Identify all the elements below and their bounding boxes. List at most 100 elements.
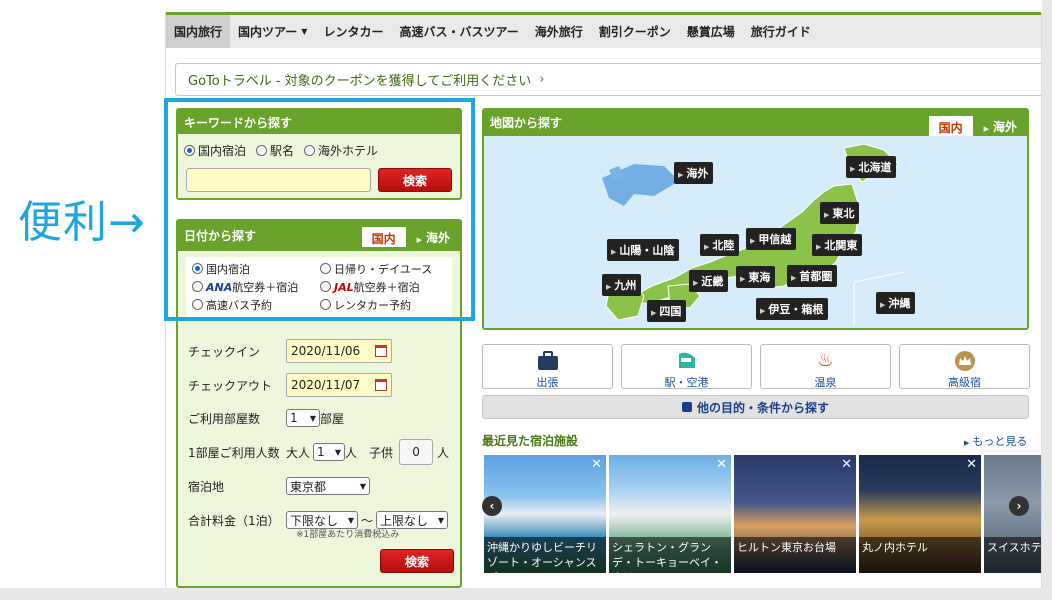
destination-select[interactable]: 東京都 ▼ bbox=[286, 477, 370, 495]
radio-ana-package[interactable]: ANA航空券＋宿泊 bbox=[192, 279, 320, 295]
nav-label: レンタカー bbox=[323, 25, 384, 39]
tab-overseas[interactable]: ▶ 海外 bbox=[974, 115, 1027, 136]
chevron-down-icon: ▼ bbox=[309, 413, 316, 423]
select-value: 1 bbox=[317, 445, 325, 459]
checkout-date-field[interactable]: 2020/11/07 bbox=[286, 373, 392, 397]
nav-domestic-tour[interactable]: 国内ツアー ▼ bbox=[230, 15, 315, 48]
radio-jal-package[interactable]: JAL航空券＋宿泊 bbox=[320, 279, 448, 295]
play-icon: ▶ bbox=[880, 301, 886, 309]
goto-travel-banner[interactable]: GoToトラベル - 対象のクーポンを獲得してご利用ください › bbox=[175, 63, 1041, 96]
play-icon: ▶ bbox=[824, 211, 830, 219]
keyword-search-button[interactable]: 検索 bbox=[378, 168, 452, 192]
carousel-next-button[interactable]: › bbox=[1009, 496, 1029, 516]
radio-label: 日帰り・デイユース bbox=[334, 263, 433, 276]
price-label: 合計料金（1泊） bbox=[188, 513, 280, 528]
chevron-down-icon: ▼ bbox=[359, 481, 366, 491]
keyword-input[interactable] bbox=[186, 168, 371, 192]
map-region-overseas[interactable]: ▶ 海外 bbox=[674, 162, 714, 184]
category-station-airport-button[interactable]: 駅・空港 bbox=[621, 344, 752, 389]
category-business-button[interactable]: 出張 bbox=[482, 344, 613, 389]
map-region-tokai[interactable]: ▶ 東海 bbox=[736, 266, 776, 288]
link-label: もっと見る bbox=[972, 435, 1028, 448]
tab-domestic[interactable]: 国内 bbox=[360, 226, 407, 247]
play-icon: ▶ bbox=[651, 309, 657, 317]
checkin-row: チェックイン 2020/11/06 bbox=[188, 339, 392, 363]
nav-highway-bus[interactable]: 高速バス・バスツアー bbox=[391, 15, 526, 48]
radio-overseas-hotel[interactable]: 海外ホテル bbox=[304, 142, 378, 159]
map-region-kinki[interactable]: ▶ 近畿 bbox=[689, 270, 729, 292]
radio-icon bbox=[320, 299, 331, 310]
tab-overseas[interactable]: ▶ 海外 bbox=[407, 226, 460, 247]
checkin-date-field[interactable]: 2020/11/06 bbox=[286, 339, 392, 363]
play-icon: ▶ bbox=[964, 439, 970, 447]
nav-prize[interactable]: 懸賞広場 bbox=[679, 15, 743, 48]
annotation-text: 便利→ bbox=[18, 197, 146, 248]
close-icon[interactable]: ✕ bbox=[591, 457, 602, 472]
map-region-hokkaido[interactable]: ▶ 北海道 bbox=[846, 156, 897, 178]
close-icon[interactable]: ✕ bbox=[841, 457, 852, 472]
map-region-shutoken[interactable]: ▶ 首都圏 bbox=[787, 265, 838, 287]
category-luxury-button[interactable]: 高級宿 bbox=[899, 344, 1030, 389]
train-icon bbox=[675, 350, 699, 372]
nav-domestic-travel[interactable]: 国内旅行 bbox=[166, 15, 231, 48]
tab-domestic[interactable]: 国内 bbox=[927, 115, 974, 136]
category-label: 出張 bbox=[536, 376, 559, 389]
map-region-tohoku[interactable]: ▶ 東北 bbox=[820, 202, 860, 224]
tab-label: 海外 bbox=[992, 120, 1017, 134]
radio-highway-bus[interactable]: 高速バス予約 bbox=[192, 297, 320, 313]
nav-travel-guide[interactable]: 旅行ガイド bbox=[743, 15, 819, 48]
close-icon[interactable]: ✕ bbox=[966, 457, 977, 472]
date-search-panel: 日付から探す 国内 ▶ 海外 国内宿泊 日帰り・デイユース ANA航空券＋宿泊 J… bbox=[176, 219, 462, 588]
radio-label: 航空券＋宿泊 bbox=[353, 281, 420, 294]
map-region-okinawa[interactable]: ▶ 沖縄 bbox=[876, 292, 916, 314]
date-search-button[interactable]: 検索 bbox=[380, 549, 454, 573]
carousel-prev-button[interactable]: ‹ bbox=[482, 496, 502, 516]
map-region-shikoku[interactable]: ▶ 四国 bbox=[647, 300, 687, 322]
radio-station[interactable]: 駅名 bbox=[256, 142, 294, 159]
nav-label: 高速バス・バスツアー bbox=[399, 25, 519, 39]
calendar-icon[interactable] bbox=[375, 345, 387, 357]
radio-day-use[interactable]: 日帰り・デイユース bbox=[320, 261, 448, 277]
crown-icon bbox=[953, 350, 977, 372]
radio-rental-car[interactable]: レンタカー予約 bbox=[320, 297, 448, 313]
radio-label: 国内宿泊 bbox=[198, 144, 247, 158]
recent-more-link[interactable]: ▶ もっと見る bbox=[964, 433, 1027, 449]
radio-domestic-stay[interactable]: 国内宿泊 bbox=[184, 142, 246, 159]
chevron-down-icon: ▼ bbox=[347, 515, 354, 525]
nav-label: 旅行ガイド bbox=[750, 25, 811, 39]
radio-icon bbox=[256, 145, 268, 156]
map-region-sanin[interactable]: ▶ 山陽・山陰 bbox=[607, 239, 680, 261]
radio-label: 海外ホテル bbox=[318, 144, 379, 158]
map-region-izu-hakone[interactable]: ▶ 伊豆・箱根 bbox=[756, 298, 829, 320]
nav-coupon[interactable]: 割引クーポン bbox=[591, 15, 679, 48]
recent-hotel-card[interactable]: ✕ ヒルトン東京お台場 bbox=[734, 455, 856, 573]
travel-type-options: 国内宿泊 日帰り・デイユース ANA航空券＋宿泊 JAL航空券＋宿泊 高速バス予… bbox=[186, 257, 452, 317]
region-label: 首都圏 bbox=[799, 270, 833, 283]
play-icon: ▶ bbox=[704, 243, 710, 251]
play-icon: ▶ bbox=[606, 283, 612, 291]
map-region-koshinetsu[interactable]: ▶ 甲信越 bbox=[746, 228, 797, 250]
map-tabs: 国内 ▶ 海外 bbox=[927, 115, 1027, 136]
radio-domestic-stay[interactable]: 国内宿泊 bbox=[192, 261, 320, 277]
nav-label: 海外旅行 bbox=[534, 25, 583, 39]
child-count-button[interactable]: 0 bbox=[399, 439, 434, 465]
chevron-down-icon: ▼ bbox=[334, 447, 342, 457]
recent-hotel-card[interactable]: ✕ シェラトン・グランデ・トーキョーベイ・ホテル bbox=[609, 455, 731, 573]
child-unit: 人 bbox=[437, 445, 450, 460]
radio-label: 航空券＋宿泊 bbox=[232, 281, 299, 294]
more-conditions-button[interactable]: 他の目的・条件から探す bbox=[482, 395, 1029, 419]
map-region-kitakanto[interactable]: ▶ 北関東 bbox=[812, 234, 863, 256]
nav-rental-car[interactable]: レンタカー bbox=[315, 15, 391, 48]
panel-title: 地図から探す bbox=[490, 116, 563, 130]
calendar-icon[interactable] bbox=[375, 379, 387, 391]
map-region-kyushu[interactable]: ▶ 九州 bbox=[602, 274, 642, 296]
recent-hotel-card[interactable]: ✕ 丸ノ内ホテル bbox=[859, 455, 981, 573]
recent-hotel-card[interactable]: ✕ 沖縄かりゆしビーチリゾート・オーシャンスパ bbox=[484, 455, 606, 573]
map-region-hokuriku[interactable]: ▶ 北陸 bbox=[700, 234, 740, 256]
category-onsen-button[interactable]: ♨ 温泉 bbox=[760, 344, 891, 389]
rooms-select[interactable]: 1 ▼ bbox=[286, 409, 320, 427]
nav-overseas-travel[interactable]: 海外旅行 bbox=[527, 15, 591, 48]
close-icon[interactable]: ✕ bbox=[716, 457, 727, 472]
region-label: 北関東 bbox=[824, 239, 858, 252]
adult-select[interactable]: 1 ▼ bbox=[313, 443, 346, 461]
